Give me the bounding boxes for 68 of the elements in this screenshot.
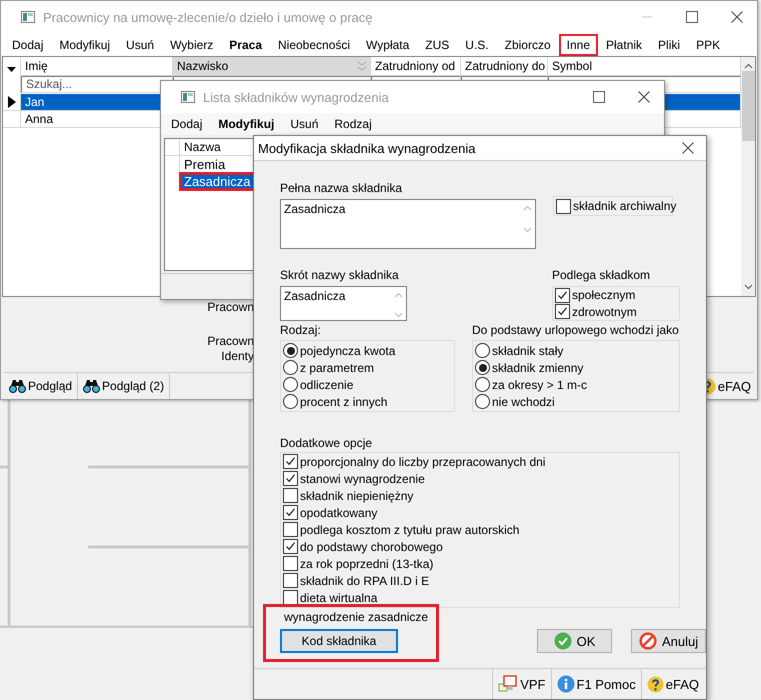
faq-button[interactable]: eFAQ <box>640 669 704 699</box>
table-cell: Jan <box>25 94 44 109</box>
field-label: Pełna nazwa składnika <box>280 181 404 196</box>
field-label: Pracown <box>207 300 254 314</box>
menu-item[interactable]: Usuń <box>282 113 326 135</box>
checkbox-label: podlega kosztom z tytułu praw autorskich <box>300 522 520 536</box>
checkbox-label: składnik do RPA III.D i E <box>300 574 430 588</box>
radio-label: odliczenie <box>300 378 354 392</box>
menu-item[interactable]: Zbiorczo <box>496 34 559 56</box>
menu-item[interactable]: Dodaj <box>4 34 52 56</box>
column-header[interactable]: Zatrudniony od <box>371 56 461 76</box>
checkbox-label: do podstawy chorobowego <box>300 540 443 554</box>
radio-label: z parametrem <box>300 360 374 374</box>
group-label: Dodatkowe opcje <box>280 436 374 451</box>
checkbox-label: opodatkowany <box>300 506 378 520</box>
menu-item[interactable]: Płatnik <box>598 34 650 56</box>
group-label: Rodzaj: <box>280 323 322 338</box>
code-button[interactable]: Kod składnika <box>280 629 398 653</box>
menu-item[interactable]: Nieobecności <box>270 34 358 56</box>
menu-item[interactable]: Usuń <box>118 34 162 56</box>
field-label: Identy <box>221 349 254 364</box>
vpf-button[interactable]: VPF <box>492 669 550 699</box>
window-title: Pracownicy na umowę-zlecenie/o dzieło i umowę o pracę <box>43 10 372 25</box>
menu-item[interactable]: U.S. <box>457 34 497 56</box>
radio-label: procent z innych <box>300 394 388 408</box>
help-button[interactable]: F1 Pomoc <box>550 669 641 699</box>
menu-item[interactable]: Wybierz <box>162 34 222 56</box>
text-field[interactable]: Zasadnicza <box>280 199 536 249</box>
radio-label: nie wchodzi <box>492 394 555 408</box>
menu-item[interactable]: Rodzaj <box>326 113 380 135</box>
radio-label: składnik stały <box>492 344 564 358</box>
menu-item[interactable]: Modyfikuj <box>51 34 118 56</box>
radio-label: za okresy > 1 m-c <box>492 378 588 392</box>
table-cell: Anna <box>25 112 54 126</box>
group-label: Podlega składkom <box>552 268 652 283</box>
field-label: Pracown <box>207 334 254 348</box>
dialog-title: Modyfikacja składnika wynagrodzenia <box>258 140 476 156</box>
checkbox-label: za rok poprzedni (13-tka) <box>300 556 434 570</box>
menu-item[interactable]: Modyfikuj <box>210 113 282 135</box>
column-header[interactable]: Imię <box>21 56 173 76</box>
menu-item[interactable]: Wypłata <box>358 34 418 56</box>
menu-item[interactable]: ZUS <box>417 34 458 56</box>
code-caption: wynagrodzenie zasadnicze <box>284 609 428 625</box>
group-label: Do podstawy urlopowego wchodzi jako <box>472 323 680 338</box>
radio-label: pojedyncza kwota <box>300 344 396 358</box>
checkbox-label: składnik archiwalny <box>573 199 676 213</box>
checkbox-label: dieta wirtualna <box>300 590 378 604</box>
cancel-button[interactable]: Anuluj <box>631 629 706 653</box>
preview-button[interactable]: Podgląd <box>4 373 78 400</box>
menu-item[interactable]: Inne <box>558 34 598 56</box>
field-label: Skrót nazwy składnika <box>280 268 400 283</box>
ok-button[interactable]: OK <box>537 629 612 653</box>
checkbox-label: składnik niepieniężny <box>300 488 414 502</box>
radio-label: składnik zmienny <box>492 360 584 374</box>
menu-item[interactable]: Praca <box>221 34 270 56</box>
column-header[interactable]: Symbol <box>548 56 741 76</box>
checkbox-label: zdrowotnym <box>572 304 637 319</box>
checkbox-label: społecznym <box>572 288 636 302</box>
checkbox-label: stanowi wynagrodzenie <box>300 472 425 486</box>
column-header[interactable]: Zatrudniony do <box>461 56 548 76</box>
column-header[interactable]: Nazwisko <box>173 56 371 76</box>
checkbox-label: proporcjonalny do liczby przepracowanych dni <box>300 454 546 468</box>
menu-item[interactable]: Dodaj <box>163 113 210 135</box>
preview-button[interactable]: Podgląd (2) <box>78 373 170 400</box>
window-title: Lista składników wynagrodzenia <box>203 90 389 104</box>
menu-item[interactable]: PPK <box>688 34 728 56</box>
text-field[interactable]: Zasadnicza <box>280 286 407 321</box>
menu-item[interactable]: Pliki <box>650 34 688 56</box>
